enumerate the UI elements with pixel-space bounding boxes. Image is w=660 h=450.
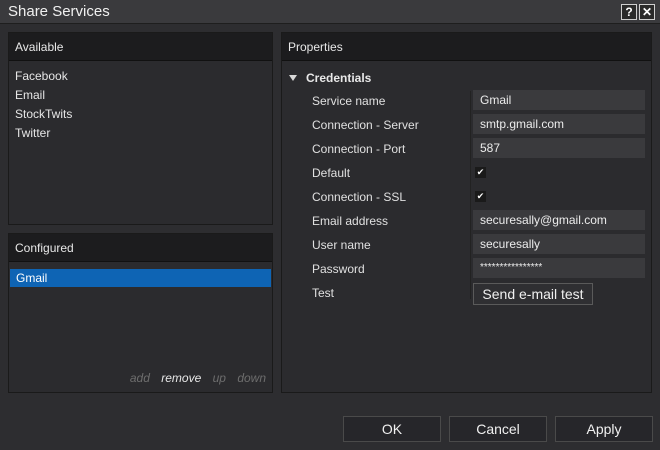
ok-button[interactable]: OK xyxy=(343,416,441,442)
configured-header: Configured xyxy=(9,234,272,262)
list-item-twitter[interactable]: Twitter xyxy=(15,126,50,140)
label-test: Test xyxy=(312,286,335,300)
close-button[interactable]: ✕ xyxy=(639,4,655,20)
list-actions: add remove up down xyxy=(122,371,266,385)
label-ssl: Connection - SSL xyxy=(312,190,407,204)
label-default: Default xyxy=(312,166,351,180)
cancel-button[interactable]: Cancel xyxy=(449,416,547,442)
label-port: Connection - Port xyxy=(312,142,406,156)
collapse-triangle-icon[interactable] xyxy=(289,75,297,81)
properties-panel: Properties Credentials Service name Gmai… xyxy=(281,32,652,393)
ssl-checkbox[interactable]: ✔ xyxy=(475,191,486,202)
server-field[interactable]: smtp.gmail.com xyxy=(473,114,645,134)
list-item-stocktwits[interactable]: StockTwits xyxy=(15,107,72,121)
apply-button[interactable]: Apply xyxy=(555,416,653,442)
window-title: Share Services xyxy=(8,3,110,20)
password-field[interactable]: **************** xyxy=(473,258,645,278)
available-header: Available xyxy=(9,33,272,61)
list-item-email[interactable]: Email xyxy=(15,88,45,102)
properties-header: Properties xyxy=(282,33,651,61)
default-checkbox[interactable]: ✔ xyxy=(475,167,486,178)
section-title-credentials[interactable]: Credentials xyxy=(306,71,371,85)
service-name-field[interactable]: Gmail xyxy=(473,90,645,110)
configured-panel: Configured Gmail add remove up down xyxy=(8,233,273,393)
port-field[interactable]: 587 xyxy=(473,138,645,158)
label-server: Connection - Server xyxy=(312,118,419,132)
title-bar: Share Services ? ✕ xyxy=(0,0,660,24)
add-link[interactable]: add xyxy=(130,371,150,385)
remove-link[interactable]: remove xyxy=(161,371,201,385)
label-password: Password xyxy=(312,262,365,276)
list-item-facebook[interactable]: Facebook xyxy=(15,69,68,83)
send-email-test-button[interactable]: Send e-mail test xyxy=(473,283,593,305)
label-email: Email address xyxy=(312,214,389,228)
username-field[interactable]: securesally xyxy=(473,234,645,254)
up-link[interactable]: up xyxy=(213,371,226,385)
email-field[interactable]: securesally@gmail.com xyxy=(473,210,645,230)
list-item-gmail[interactable]: Gmail xyxy=(10,269,271,287)
label-service-name: Service name xyxy=(312,94,386,108)
help-button[interactable]: ? xyxy=(621,4,637,20)
column-divider xyxy=(470,91,471,299)
label-username: User name xyxy=(312,238,371,252)
down-link[interactable]: down xyxy=(237,371,266,385)
available-panel: Available Facebook Email StockTwits Twit… xyxy=(8,32,273,225)
